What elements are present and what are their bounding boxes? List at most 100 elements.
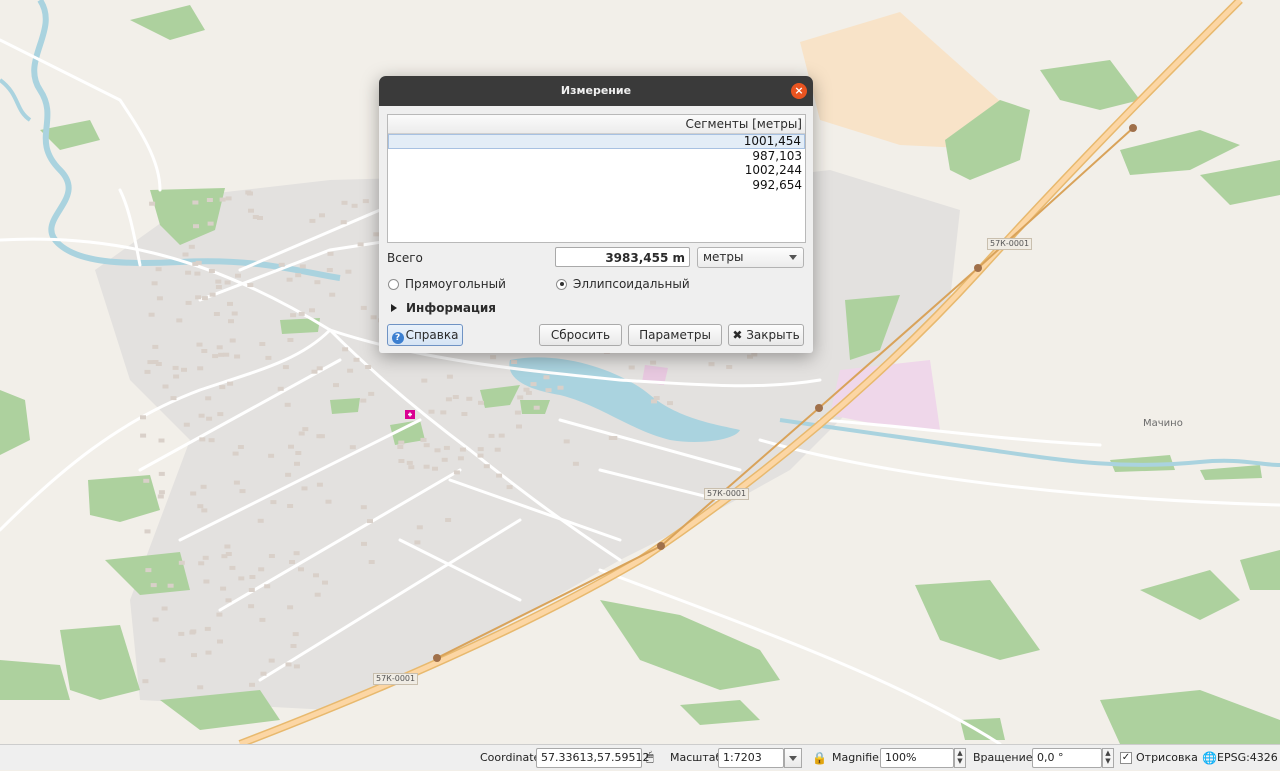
building — [215, 285, 222, 289]
building — [342, 347, 349, 352]
building — [488, 433, 495, 438]
mouse-icon[interactable]: 🖱 — [646, 745, 654, 771]
help-button-label: Справка — [405, 328, 459, 342]
building — [158, 490, 165, 495]
building — [298, 431, 305, 436]
building — [197, 685, 204, 690]
expand-arrow-icon — [391, 304, 397, 312]
building — [208, 438, 215, 443]
building — [533, 405, 540, 410]
magnifier-field[interactable]: 100% — [880, 748, 954, 768]
rotation-spinner[interactable]: ▲ ▼ — [1102, 748, 1114, 768]
building — [294, 461, 300, 466]
building — [239, 489, 246, 494]
building — [249, 682, 255, 687]
reset-button-label: Сбросить — [550, 328, 611, 342]
radio-cartesian-label: Прямоугольный — [405, 277, 506, 291]
road-shield-1: 57К-0001 — [987, 238, 1033, 250]
building — [188, 244, 195, 249]
measure-dialog[interactable]: Измерение × Сегменты [метры] 1001,454 98… — [379, 76, 813, 353]
building — [290, 644, 297, 648]
building — [316, 434, 323, 439]
building — [628, 365, 635, 370]
measure-vertex — [815, 404, 823, 412]
scale-dropdown-button[interactable] — [784, 748, 802, 768]
render-checkbox[interactable]: ✓ — [1120, 752, 1132, 764]
total-value-field[interactable]: 3983,455 m — [555, 247, 690, 267]
close-button[interactable]: ✖ Закрыть — [728, 324, 804, 346]
building — [189, 630, 196, 635]
radio-cartesian[interactable]: Прямоугольный — [388, 277, 506, 291]
building — [611, 436, 618, 440]
building — [325, 499, 332, 504]
building — [351, 203, 358, 208]
reset-button[interactable]: Сбросить — [539, 324, 622, 346]
unit-select[interactable]: метры — [697, 247, 804, 268]
building — [563, 439, 570, 444]
radio-cartesian-dot[interactable] — [388, 278, 399, 290]
building — [207, 221, 214, 226]
close-icon[interactable]: × — [791, 83, 807, 99]
hospital-icon — [405, 410, 415, 419]
info-expander[interactable]: Информация — [391, 301, 496, 315]
building — [181, 367, 187, 372]
chevron-down-icon — [789, 255, 797, 260]
globe-icon[interactable]: 🌐 — [1202, 745, 1217, 771]
building — [523, 387, 530, 392]
dialog-titlebar[interactable]: Измерение × — [379, 76, 813, 106]
magnifier-label: Magnifier — [832, 751, 884, 764]
crs-label[interactable]: EPSG:4326 — [1217, 745, 1278, 771]
building — [319, 213, 325, 218]
building — [287, 338, 294, 342]
building — [293, 551, 300, 556]
coordinate-field[interactable]: 57.33613,57.59512 — [536, 748, 649, 768]
table-row[interactable]: 1001,454 — [388, 134, 805, 149]
building — [151, 281, 158, 286]
building — [295, 273, 302, 278]
building — [292, 632, 299, 637]
building — [667, 401, 673, 406]
building — [440, 410, 447, 415]
building — [227, 301, 233, 306]
building — [150, 583, 157, 588]
building — [360, 398, 367, 403]
segments-header[interactable]: Сегменты [метры] — [388, 115, 805, 134]
scale-label: Масштаб — [670, 751, 723, 764]
building — [223, 352, 230, 357]
building — [285, 472, 292, 477]
table-row[interactable]: 987,103 — [388, 149, 805, 164]
building — [368, 391, 375, 396]
building — [420, 437, 427, 442]
building — [441, 457, 448, 462]
building — [192, 200, 199, 205]
lock-icon[interactable]: 🔒 — [812, 745, 827, 771]
building — [257, 518, 264, 523]
building — [264, 584, 271, 589]
building — [650, 360, 657, 365]
scale-combo[interactable]: 1:7203 — [718, 748, 784, 768]
building — [225, 196, 232, 201]
table-row[interactable]: 1002,244 — [388, 163, 805, 178]
params-button[interactable]: Параметры — [628, 324, 722, 346]
building — [314, 280, 321, 285]
radio-ellipsoidal[interactable]: Эллипсоидальный — [556, 277, 690, 291]
segments-table[interactable]: Сегменты [метры] 1001,454 987,103 1002,2… — [387, 114, 806, 243]
building — [747, 354, 753, 359]
building — [708, 362, 715, 367]
building — [368, 560, 375, 564]
building — [333, 383, 339, 388]
table-row[interactable]: 992,654 — [388, 178, 805, 193]
building — [428, 409, 435, 414]
help-button[interactable]: ? Справка — [387, 324, 463, 346]
building — [247, 283, 254, 288]
building — [249, 575, 256, 579]
building — [726, 365, 733, 369]
building — [314, 592, 321, 597]
building — [247, 191, 253, 196]
building — [557, 385, 564, 390]
magnifier-spinner[interactable]: ▲ ▼ — [954, 748, 966, 768]
radio-ellipsoidal-dot[interactable] — [556, 278, 567, 290]
building — [302, 427, 309, 432]
rotation-field[interactable]: 0,0 ° — [1032, 748, 1102, 768]
building — [208, 269, 215, 273]
